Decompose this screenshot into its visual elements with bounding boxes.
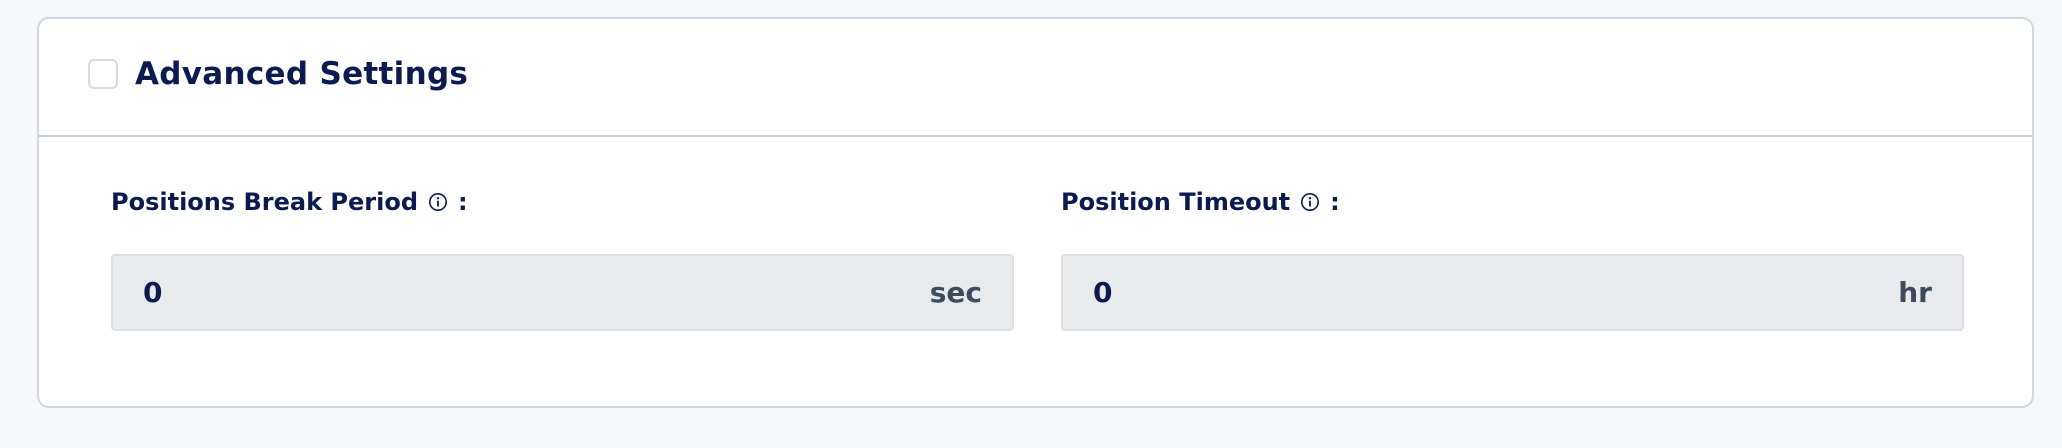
info-circle-icon[interactable] [428, 192, 448, 212]
advanced-settings-card: Advanced Settings Positions Break Period… [37, 17, 2034, 408]
label-colon: : [1330, 188, 1340, 216]
positions-break-period-input-box[interactable]: sec [111, 254, 1014, 331]
positions-break-period-label: Positions Break Period [111, 188, 419, 216]
info-circle-icon[interactable] [1300, 192, 1320, 212]
position-timeout-field: Position Timeout : hr [1061, 187, 1964, 331]
advanced-settings-title: Advanced Settings [135, 56, 469, 92]
position-timeout-input-box[interactable]: hr [1061, 254, 1964, 331]
position-timeout-input[interactable] [1093, 276, 1899, 309]
positions-break-period-label-row: Positions Break Period : [111, 187, 1014, 217]
seconds-unit-suffix: sec [929, 276, 982, 309]
position-timeout-label-row: Position Timeout : [1061, 187, 1964, 217]
advanced-settings-checkbox[interactable] [88, 59, 118, 89]
label-colon: : [458, 188, 468, 216]
positions-break-period-input[interactable] [143, 276, 930, 309]
hours-unit-suffix: hr [1898, 276, 1932, 309]
positions-break-period-field: Positions Break Period : sec [111, 187, 1014, 331]
position-timeout-label: Position Timeout [1061, 188, 1291, 216]
advanced-settings-header: Advanced Settings [39, 19, 2032, 137]
